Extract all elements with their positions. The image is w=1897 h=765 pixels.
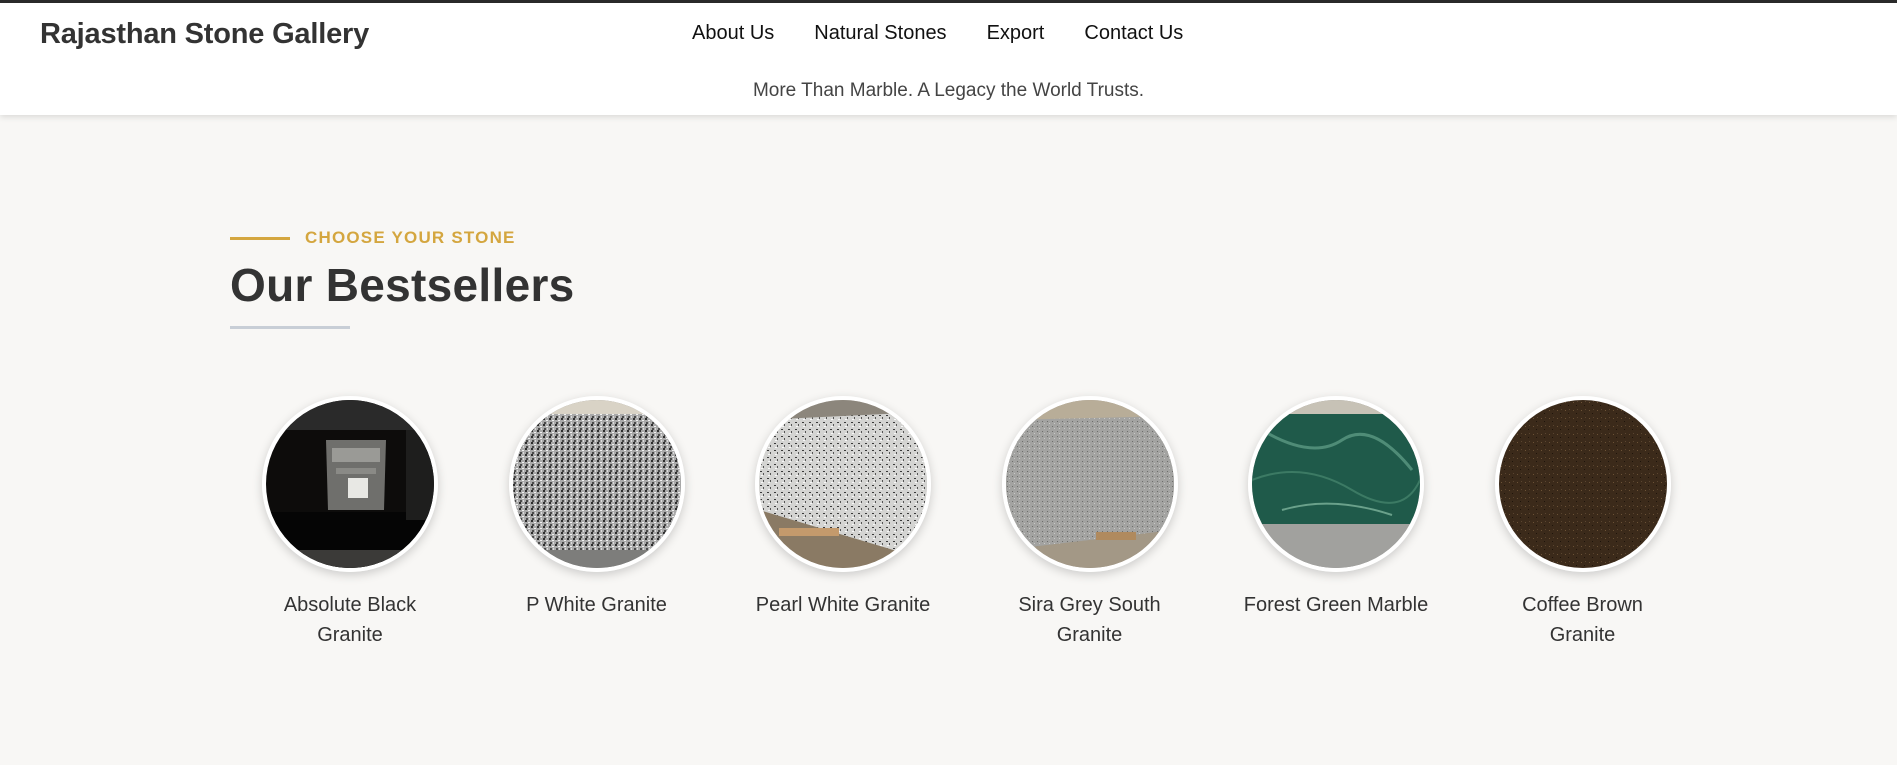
forest-green-marble-image[interactable] [1248,396,1424,572]
product-name[interactable]: Pearl White Granite [748,590,938,620]
product-card-coffee-brown-granite[interactable]: Coffee Brown Granite [1463,396,1703,650]
pearl-white-granite-image[interactable] [755,396,931,572]
main-nav: About Us Natural Stones Export Contact U… [692,22,1223,45]
product-card-forest-green-marble[interactable]: Forest Green Marble [1216,396,1456,650]
product-name[interactable]: Coffee Brown Granite [1488,590,1678,650]
coffee-brown-granite-image[interactable] [1494,396,1671,572]
product-card-pearl-white-granite[interactable]: Pearl White Granite [723,396,963,650]
nav-export[interactable]: Export [987,22,1045,45]
nav-contact-us[interactable]: Contact Us [1084,22,1183,45]
section-title: Our Bestsellers [230,259,575,311]
absolute-black-granite-image[interactable] [262,396,438,572]
nav-about-us[interactable]: About Us [692,22,774,45]
title-underline [230,326,350,329]
product-card-p-white-granite[interactable]: P White Granite [477,396,717,650]
product-card-absolute-black-granite[interactable]: Absolute Black Granite [230,396,470,650]
bestsellers-heading: CHOOSE YOUR STONE Our Bestsellers [230,226,1680,329]
product-list: Absolute Black Granite P White Granite P… [230,396,1709,650]
site-tagline: More Than Marble. A Legacy the World Tru… [752,80,1145,101]
section-eyebrow: CHOOSE YOUR STONE [230,226,1680,250]
product-name[interactable]: P White Granite [502,590,692,620]
nav-natural-stones[interactable]: Natural Stones [814,22,946,45]
product-name[interactable]: Sira Grey South Granite [995,590,1185,650]
eyebrow-line [230,236,290,240]
sira-grey-south-granite-image[interactable] [1001,396,1178,572]
p-white-granite-image[interactable] [508,396,685,572]
site-logo-text[interactable]: Rajasthan Stone Gallery [40,18,369,51]
product-name[interactable]: Forest Green Marble [1241,590,1431,620]
site-header: Rajasthan Stone Gallery About Us Natural… [0,3,1897,115]
eyebrow-text: CHOOSE YOUR STONE [305,228,516,247]
product-card-sira-grey-south-granite[interactable]: Sira Grey South Granite [970,396,1210,650]
product-name[interactable]: Absolute Black Granite [255,590,445,650]
